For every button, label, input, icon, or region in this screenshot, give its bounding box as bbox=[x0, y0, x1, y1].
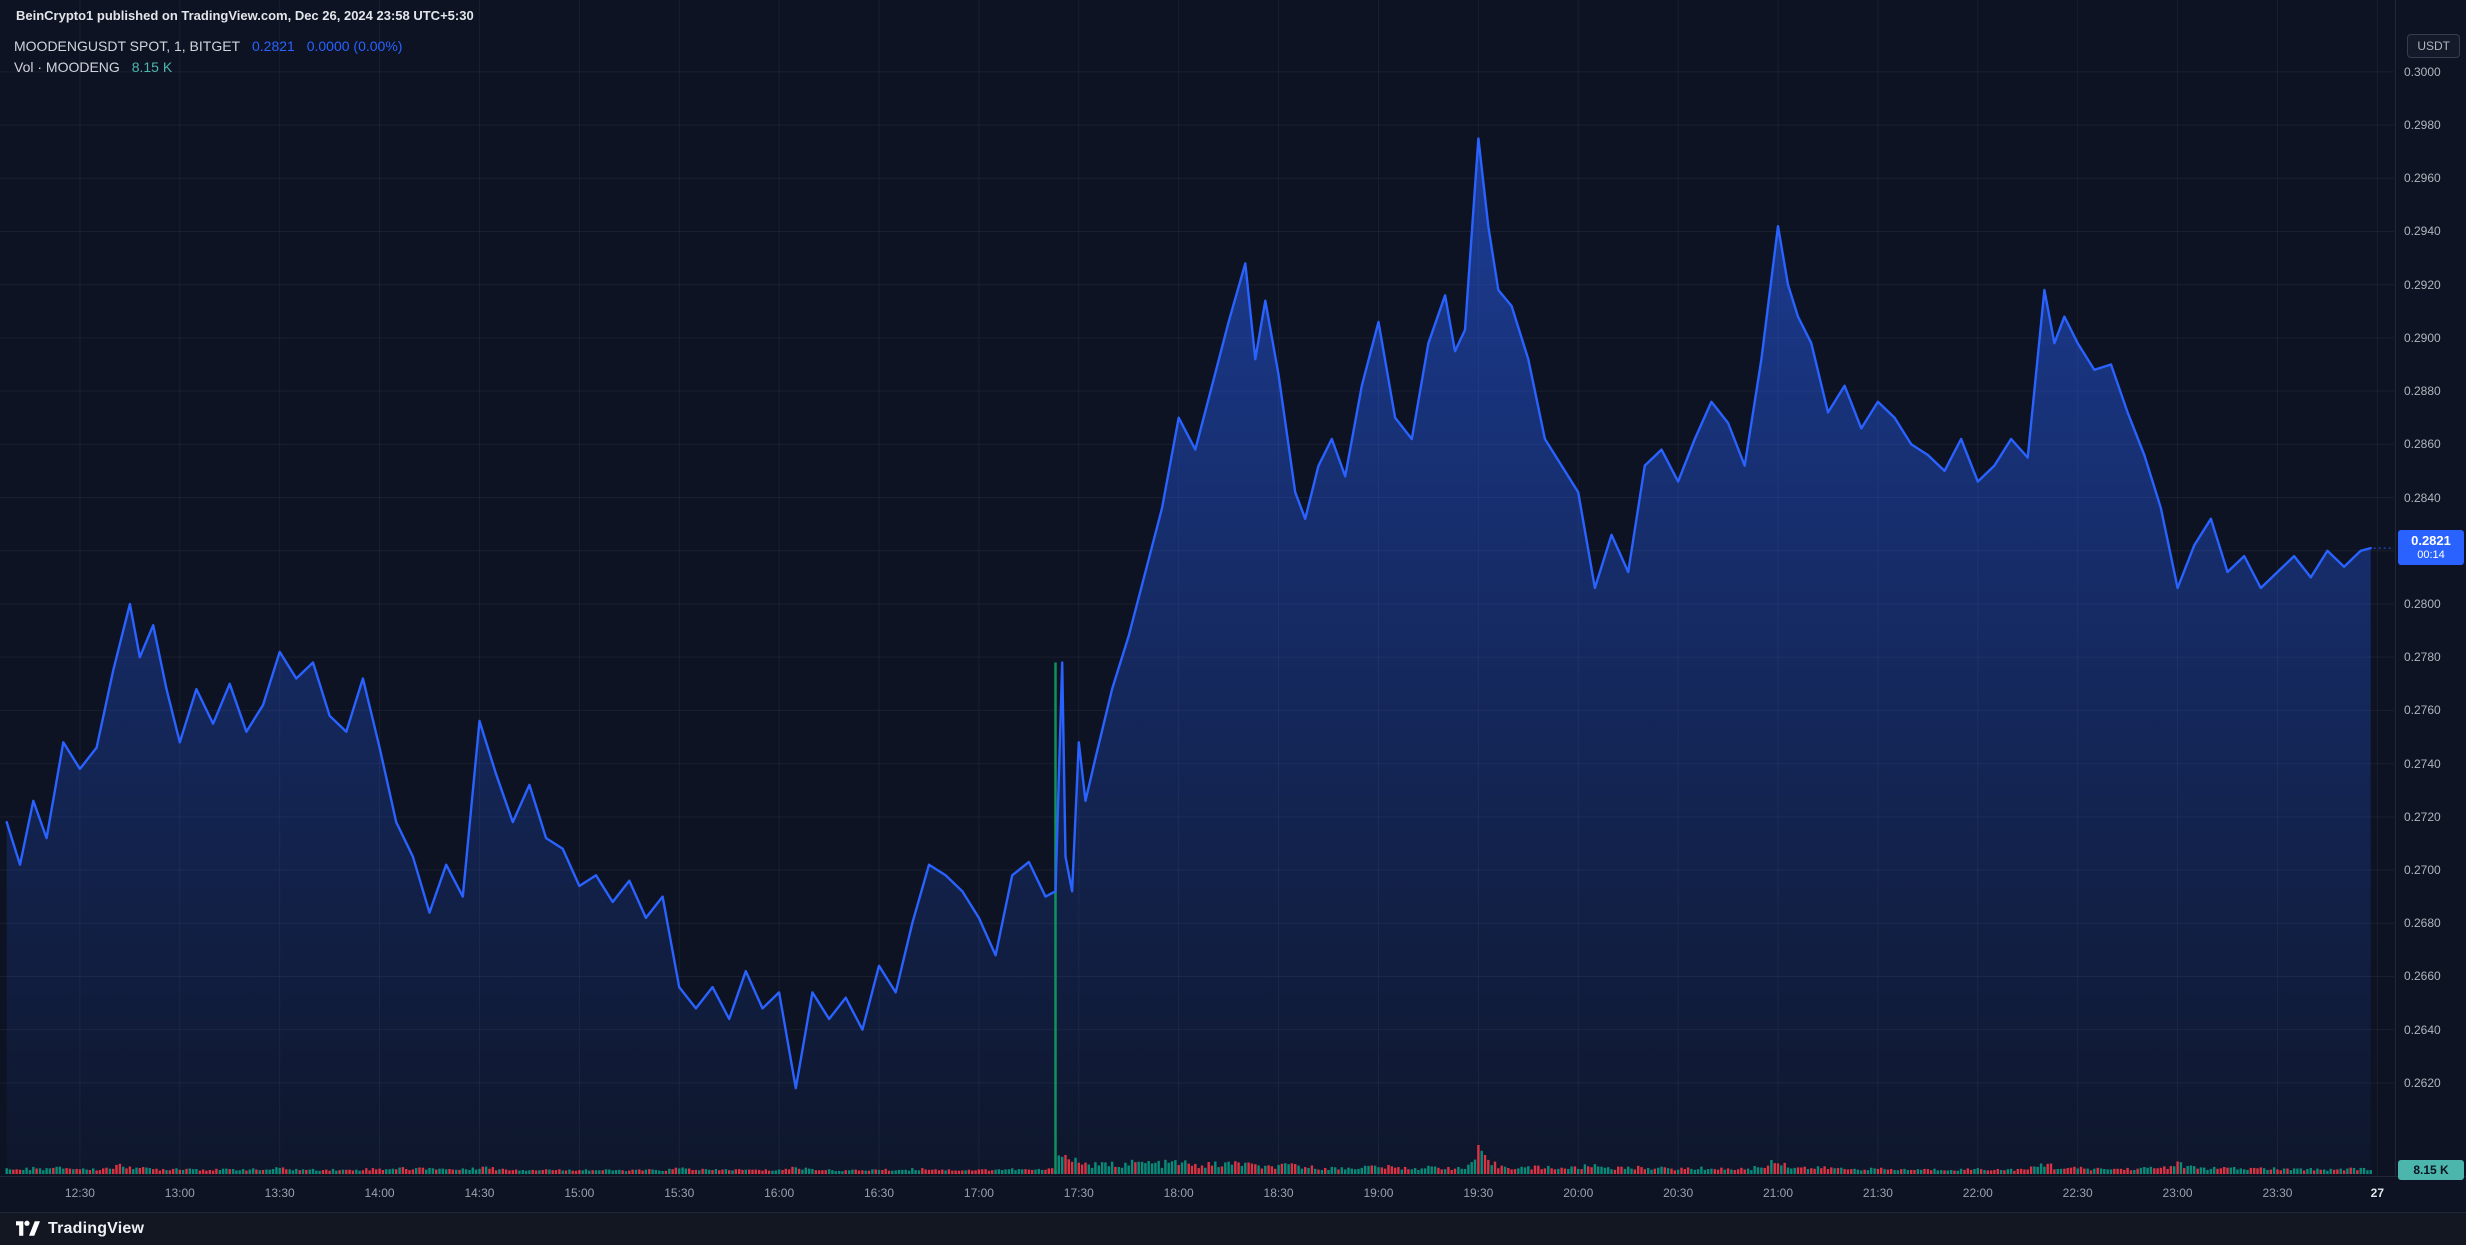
attribution-link[interactable]: BeinCrypto1 published on TradingView.com… bbox=[16, 8, 474, 23]
time-tick-label: 15:00 bbox=[549, 1186, 609, 1200]
price-tick-label: 0.3000 bbox=[2404, 65, 2441, 79]
symbol-title[interactable]: MOODENGUSDT SPOT, 1, BITGET bbox=[14, 38, 240, 54]
time-scale[interactable]: 12:30 13:00 13:30 14:00 14:30 15:00 15:30 16:00… bbox=[0, 1176, 2466, 1213]
price-tick-label: 0.2900 bbox=[2404, 331, 2441, 345]
legend-volume-row: Vol · MOODENG 8.15 K bbox=[14, 57, 410, 78]
time-tick-label: 19:00 bbox=[1348, 1186, 1408, 1200]
price-tick-label: 0.2680 bbox=[2404, 916, 2441, 930]
time-tick-label: 16:00 bbox=[749, 1186, 809, 1200]
price-tick-label: 0.2980 bbox=[2404, 118, 2441, 132]
time-tick-label: 21:30 bbox=[1848, 1186, 1908, 1200]
legend-symbol-row: MOODENGUSDT SPOT, 1, BITGET 0.2821 0.000… bbox=[14, 36, 410, 57]
last-price-badge: 0.2821 00:14 bbox=[2398, 530, 2464, 565]
time-tick-label: 14:30 bbox=[449, 1186, 509, 1200]
price-tick-label: 0.2840 bbox=[2404, 491, 2441, 505]
price-chart-svg bbox=[0, 0, 2394, 1176]
chart-plot[interactable] bbox=[0, 0, 2394, 1176]
price-tick-label: 0.2640 bbox=[2404, 1023, 2441, 1037]
time-tick-label: 19:30 bbox=[1448, 1186, 1508, 1200]
price-tick-label: 0.2720 bbox=[2404, 810, 2441, 824]
time-tick-label: 16:30 bbox=[849, 1186, 909, 1200]
chart-legend: MOODENGUSDT SPOT, 1, BITGET 0.2821 0.000… bbox=[14, 36, 410, 78]
price-tick-label: 0.2800 bbox=[2404, 597, 2441, 611]
volume-value: 8.15 K bbox=[132, 59, 172, 75]
price-tick-label: 0.2620 bbox=[2404, 1076, 2441, 1090]
time-tick-label: 13:00 bbox=[150, 1186, 210, 1200]
time-tick-label: 18:00 bbox=[1149, 1186, 1209, 1200]
price-tick-label: 0.2880 bbox=[2404, 384, 2441, 398]
currency-button[interactable]: USDT bbox=[2407, 34, 2460, 58]
time-tick-label: 23:30 bbox=[2247, 1186, 2307, 1200]
time-tick-label-daychange: 27 bbox=[2347, 1186, 2407, 1200]
price-tick-label: 0.2700 bbox=[2404, 863, 2441, 877]
volume-study-label[interactable]: Vol · MOODENG bbox=[14, 59, 120, 75]
time-tick-label: 20:30 bbox=[1648, 1186, 1708, 1200]
last-price-value: 0.2821 bbox=[2398, 533, 2464, 548]
time-tick-label: 14:00 bbox=[350, 1186, 410, 1200]
price-tick-label: 0.2740 bbox=[2404, 757, 2441, 771]
time-tick-label: 12:30 bbox=[50, 1186, 110, 1200]
time-tick-label: 21:00 bbox=[1748, 1186, 1808, 1200]
footer-bar: TradingView bbox=[0, 1212, 2466, 1245]
price-tick-label: 0.2940 bbox=[2404, 224, 2441, 238]
time-tick-label: 23:00 bbox=[2148, 1186, 2208, 1200]
price-tick-label: 0.2960 bbox=[2404, 171, 2441, 185]
time-tick-label: 13:30 bbox=[250, 1186, 310, 1200]
time-tick-label: 17:30 bbox=[1049, 1186, 1109, 1200]
time-tick-label: 22:30 bbox=[2048, 1186, 2108, 1200]
time-tick-label: 15:30 bbox=[649, 1186, 709, 1200]
legend-last-price: 0.2821 bbox=[252, 38, 295, 54]
tradingview-logo-link[interactable]: TradingView bbox=[16, 1219, 144, 1238]
legend-change: 0.0000 (0.00%) bbox=[307, 38, 403, 54]
time-tick-label: 20:00 bbox=[1548, 1186, 1608, 1200]
price-tick-label: 0.2660 bbox=[2404, 969, 2441, 983]
price-tick-label: 0.2760 bbox=[2404, 703, 2441, 717]
time-tick-label: 17:00 bbox=[949, 1186, 1009, 1200]
price-tick-label: 0.2780 bbox=[2404, 650, 2441, 664]
time-tick-label: 18:30 bbox=[1249, 1186, 1309, 1200]
tradingview-logo-icon bbox=[16, 1219, 40, 1238]
tradingview-wordmark: TradingView bbox=[48, 1220, 144, 1238]
published-chart-page: BeinCrypto1 published on TradingView.com… bbox=[0, 0, 2466, 1245]
volume-badge: 8.15 K bbox=[2398, 1160, 2464, 1180]
bar-close-countdown: 00:14 bbox=[2398, 549, 2464, 561]
price-tick-label: 0.2860 bbox=[2404, 437, 2441, 451]
price-scale[interactable]: USDT 0.3000 0.2980 0.2960 0.2940 0.2920 0.290… bbox=[2395, 0, 2466, 1176]
time-tick-label: 22:00 bbox=[1948, 1186, 2008, 1200]
price-tick-label: 0.2920 bbox=[2404, 278, 2441, 292]
